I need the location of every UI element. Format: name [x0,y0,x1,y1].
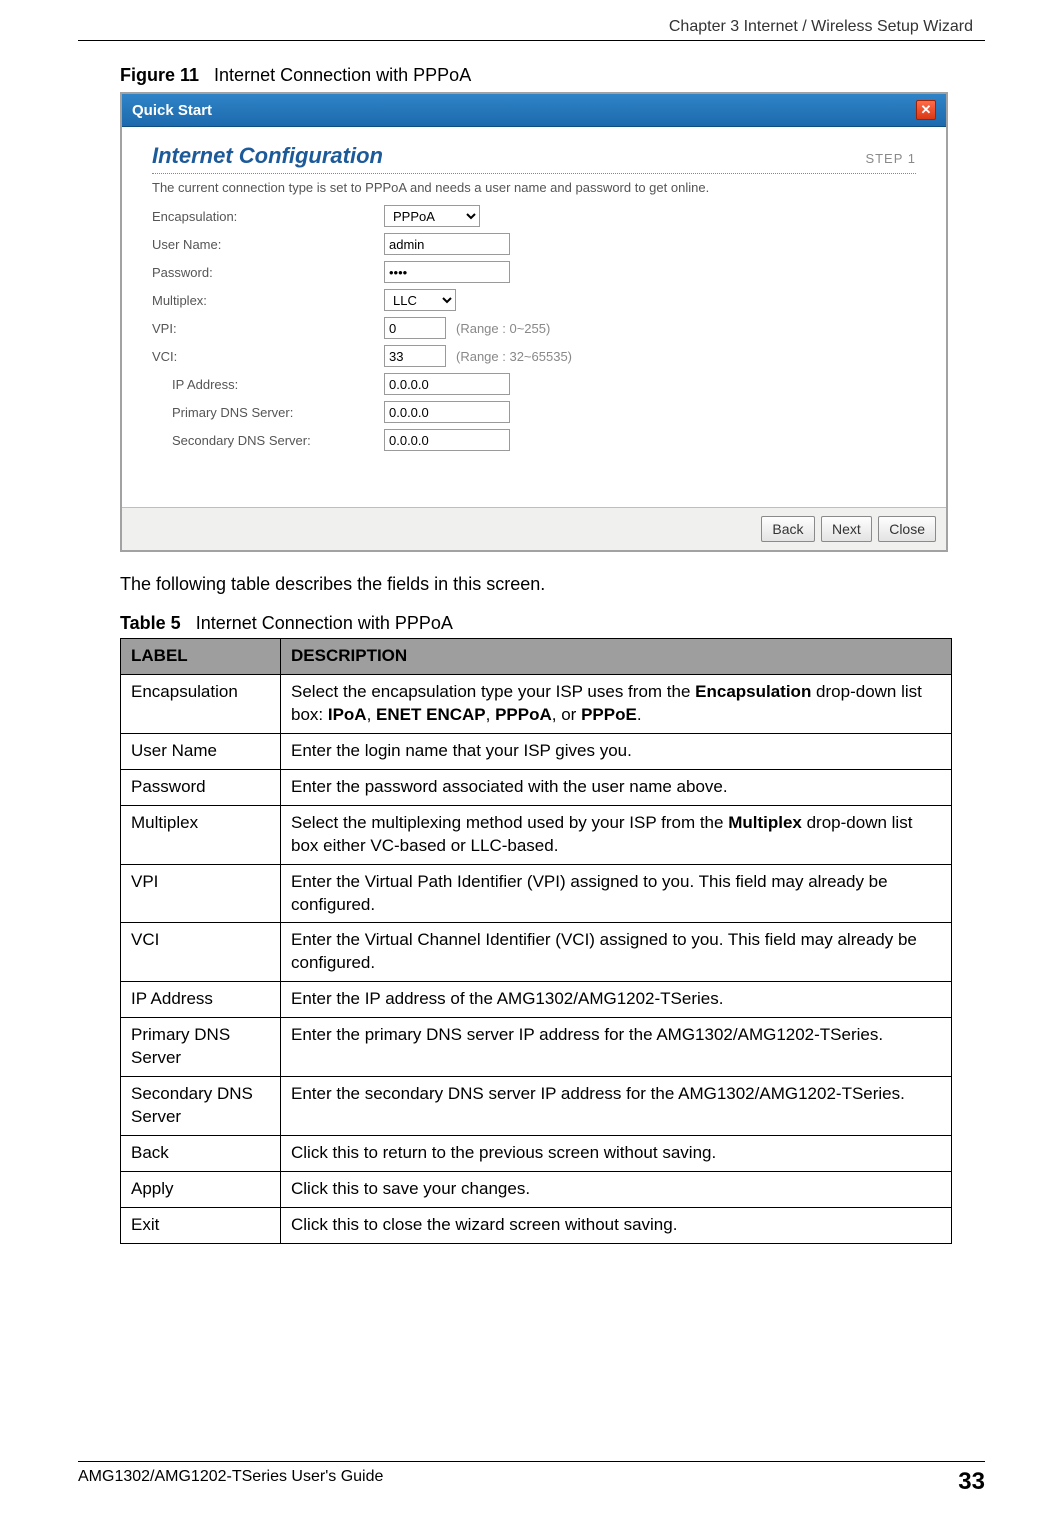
password-input[interactable] [384,261,510,283]
wizard-body: Internet Configuration STEP 1 The curren… [122,127,946,507]
table-row: Secondary DNS Server Enter the secondary… [121,1077,952,1136]
figure-title: Internet Connection with PPPoA [214,65,471,85]
cell-desc: Enter the Virtual Path Identifier (VPI) … [281,864,952,923]
cell-label: VCI [121,923,281,982]
dns1-label: Primary DNS Server: [152,405,384,420]
next-button[interactable]: Next [821,516,872,542]
table-row: Password Enter the password associated w… [121,769,952,805]
cell-desc: Enter the password associated with the u… [281,769,952,805]
username-input[interactable] [384,233,510,255]
cell-desc: Enter the login name that your ISP gives… [281,733,952,769]
cell-label: VPI [121,864,281,923]
table-row: Primary DNS Server Enter the primary DNS… [121,1018,952,1077]
table-header-row: LABEL DESCRIPTION [121,639,952,675]
table-row: IP Address Enter the IP address of the A… [121,982,952,1018]
table-row: Exit Click this to close the wizard scre… [121,1207,952,1243]
footer-guide-name: AMG1302/AMG1202-TSeries User's Guide [78,1468,383,1496]
header-rule [78,40,985,41]
cell-desc: Enter the secondary DNS server IP addres… [281,1077,952,1136]
close-button[interactable]: Close [878,516,936,542]
cell-label: Encapsulation [121,674,281,733]
password-label: Password: [152,265,384,280]
step-indicator: STEP 1 [865,151,916,166]
vci-input[interactable] [384,345,446,367]
cell-label: Password [121,769,281,805]
section-description: The current connection type is set to PP… [152,180,916,195]
cell-label: Secondary DNS Server [121,1077,281,1136]
page-number: 33 [958,1468,985,1496]
wizard-footer: Back Next Close [122,507,946,550]
vpi-input[interactable] [384,317,446,339]
dns1-input[interactable] [384,401,510,423]
th-description: DESCRIPTION [281,639,952,675]
table-row: User Name Enter the login name that your… [121,733,952,769]
table-row: VPI Enter the Virtual Path Identifier (V… [121,864,952,923]
table-intro-text: The following table describes the fields… [120,574,952,595]
cell-desc: Enter the IP address of the AMG1302/AMG1… [281,982,952,1018]
username-label: User Name: [152,237,384,252]
vci-label: VCI: [152,349,384,364]
multiplex-select[interactable]: LLC [384,289,456,311]
wizard-titlebar: Quick Start ✕ [122,94,946,127]
th-label: LABEL [121,639,281,675]
table-row: Encapsulation Select the encapsulation t… [121,674,952,733]
cell-desc: Select the encapsulation type your ISP u… [281,674,952,733]
figure-caption: Figure 11 Internet Connection with PPPoA [120,65,952,86]
running-header: Chapter 3 Internet / Wireless Setup Wiza… [669,18,973,36]
figure-number: Figure 11 [120,65,199,85]
cell-label: Apply [121,1171,281,1207]
cell-label: IP Address [121,982,281,1018]
ip-input[interactable] [384,373,510,395]
cell-label: Back [121,1136,281,1172]
page-footer: AMG1302/AMG1202-TSeries User's Guide 33 [78,1461,985,1496]
cell-desc: Select the multiplexing method used by y… [281,805,952,864]
cell-desc: Click this to close the wizard screen wi… [281,1207,952,1243]
multiplex-label: Multiplex: [152,293,384,308]
cell-label: Exit [121,1207,281,1243]
wizard-title-text: Quick Start [132,102,212,119]
table-caption: Table 5 Internet Connection with PPPoA [120,613,952,634]
vci-range-hint: (Range : 32~65535) [456,349,572,364]
table-row: Apply Click this to save your changes. [121,1171,952,1207]
close-icon[interactable]: ✕ [916,100,936,120]
vpi-label: VPI: [152,321,384,336]
dns2-label: Secondary DNS Server: [152,433,384,448]
wizard-window: Quick Start ✕ Internet Configuration STE… [120,92,948,552]
table-number: Table 5 [120,613,181,633]
table-row: Multiplex Select the multiplexing method… [121,805,952,864]
description-table: LABEL DESCRIPTION Encapsulation Select t… [120,638,952,1244]
section-heading: Internet Configuration [152,143,383,169]
cell-desc: Click this to return to the previous scr… [281,1136,952,1172]
vpi-range-hint: (Range : 0~255) [456,321,550,336]
dns2-input[interactable] [384,429,510,451]
table-row: Back Click this to return to the previou… [121,1136,952,1172]
cell-label: User Name [121,733,281,769]
encapsulation-select[interactable]: PPPoA [384,205,480,227]
table-title: Internet Connection with PPPoA [196,613,453,633]
cell-desc: Enter the primary DNS server IP address … [281,1018,952,1077]
ip-label: IP Address: [152,377,384,392]
cell-label: Primary DNS Server [121,1018,281,1077]
cell-desc: Enter the Virtual Channel Identifier (VC… [281,923,952,982]
cell-desc: Click this to save your changes. [281,1171,952,1207]
back-button[interactable]: Back [761,516,814,542]
encapsulation-label: Encapsulation: [152,209,384,224]
table-row: VCI Enter the Virtual Channel Identifier… [121,923,952,982]
cell-label: Multiplex [121,805,281,864]
